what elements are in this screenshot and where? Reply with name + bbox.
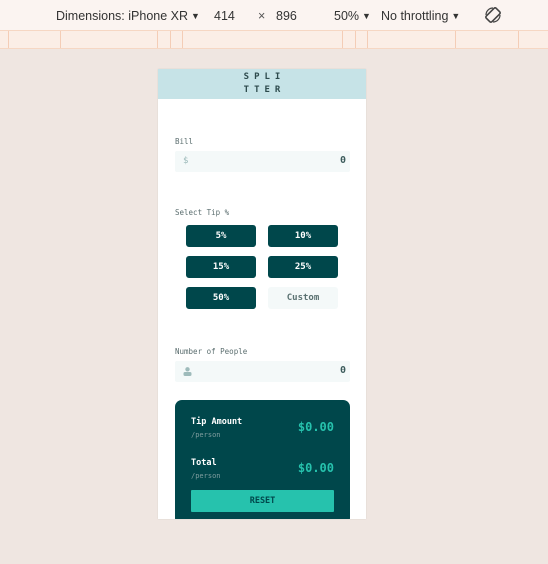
chevron-down-icon: ▼ xyxy=(362,11,371,21)
bill-input[interactable]: $ 0 xyxy=(175,151,350,172)
app-header: SPLI TTER xyxy=(158,69,366,99)
reset-button[interactable]: RESET xyxy=(191,490,334,512)
zoom-select[interactable]: 50% ▼ xyxy=(334,9,371,23)
bill-value: 0 xyxy=(339,155,346,166)
media-query-ruler[interactable] xyxy=(0,30,548,49)
chevron-down-icon: ▼ xyxy=(451,11,461,21)
tip-button-50[interactable]: 50% xyxy=(186,287,256,309)
tip-amount-value: $0.00 xyxy=(297,420,334,434)
select-tip-label: Select Tip % xyxy=(175,208,230,217)
total-value: $0.00 xyxy=(297,461,334,475)
people-value: 0 xyxy=(339,365,346,376)
dollar-icon: $ xyxy=(183,156,189,166)
logo-line-2: TTER xyxy=(243,85,286,95)
device-viewport: SPLI TTER Bill $ 0 Select Tip % 5% 10% 1… xyxy=(158,69,366,519)
tip-button-10[interactable]: 10% xyxy=(268,225,338,247)
device-toolbar: Dimensions: iPhone XR ▼ 414 × 896 50% ▼ No… xyxy=(0,0,548,30)
person-icon xyxy=(183,367,192,376)
device-dimensions-select[interactable]: Dimensions: iPhone XR ▼ xyxy=(56,9,200,23)
total-label: Total xyxy=(191,458,217,468)
tip-button-5[interactable]: 5% xyxy=(186,225,256,247)
tip-button-15[interactable]: 15% xyxy=(186,256,256,278)
zoom-value: 50% xyxy=(334,9,360,23)
total-per-person-label: /person xyxy=(191,472,221,480)
throttling-select[interactable]: No throttling ▼ xyxy=(381,9,460,23)
tip-per-person-label: /person xyxy=(191,431,221,439)
tip-button-25[interactable]: 25% xyxy=(268,256,338,278)
width-input[interactable]: 414 xyxy=(214,9,235,23)
throttling-value: No throttling xyxy=(381,9,449,23)
tip-amount-label: Tip Amount xyxy=(191,417,243,427)
people-label: Number of People xyxy=(175,347,248,356)
results-panel: Tip Amount /person $0.00 Total /person $… xyxy=(175,400,350,519)
logo-line-1: SPLI xyxy=(243,72,286,82)
bill-label: Bill xyxy=(175,137,194,146)
chevron-down-icon: ▼ xyxy=(191,11,200,21)
custom-tip-input[interactable]: Custom xyxy=(268,287,338,309)
height-input[interactable]: 896 xyxy=(276,9,297,23)
rotate-icon[interactable] xyxy=(484,6,502,24)
people-input[interactable]: 0 xyxy=(175,361,350,382)
device-name: Dimensions: iPhone XR xyxy=(56,9,189,23)
times-icon: × xyxy=(258,9,266,23)
